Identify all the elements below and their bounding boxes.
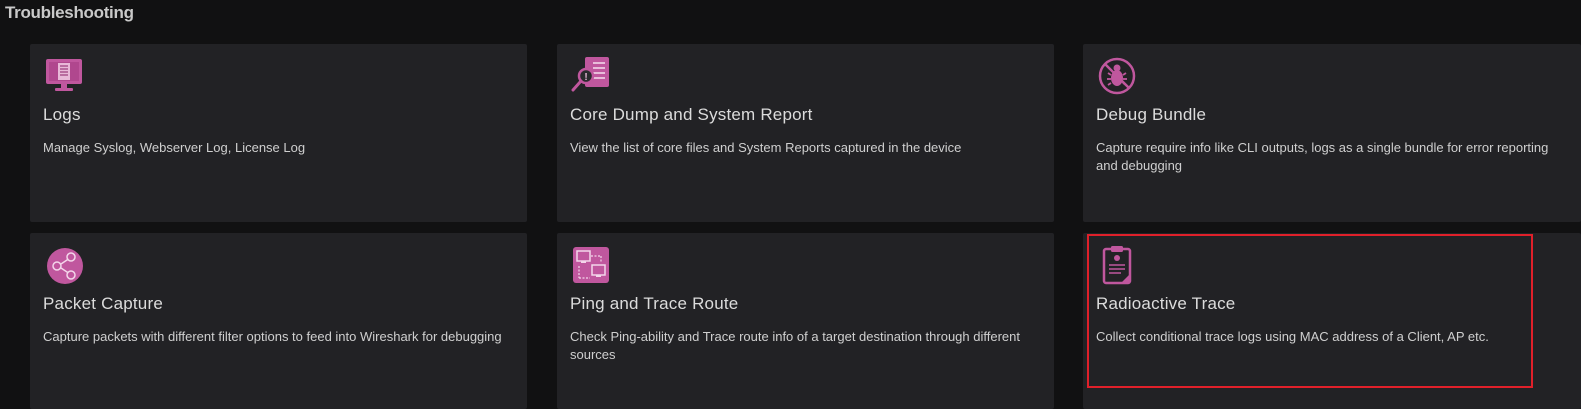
card-packet-capture[interactable]: Packet Capture Capture packets with diff…	[30, 233, 527, 409]
no-bug-icon	[1097, 56, 1137, 96]
card-logs[interactable]: Logs Manage Syslog, Webserver Log, Licen…	[30, 44, 527, 222]
card-description: Collect conditional trace logs using MAC…	[1096, 329, 1489, 344]
page-title: Troubleshooting	[5, 3, 134, 22]
monitor-log-icon	[44, 56, 84, 96]
card-title: Logs	[43, 105, 81, 124]
card-ping-trace[interactable]: Ping and Trace Route Check Ping-ability …	[557, 233, 1054, 409]
card-title: Debug Bundle	[1096, 105, 1207, 124]
card-description: Check Ping-ability and Trace route info …	[570, 329, 1020, 362]
svg-text:!: !	[584, 72, 587, 83]
share-nodes-icon	[44, 245, 84, 285]
card-description: Manage Syslog, Webserver Log, License Lo…	[43, 140, 306, 155]
card-core-dump[interactable]: ! Core Dump and System Report View the l…	[557, 44, 1054, 222]
card-radioactive-trace[interactable]: Radioactive Trace Collect conditional tr…	[1083, 233, 1581, 409]
card-title: Ping and Trace Route	[570, 294, 739, 313]
report-search-icon: !	[571, 56, 611, 96]
clipboard-radioactive-icon	[1097, 245, 1137, 285]
card-debug-bundle[interactable]: Debug Bundle Capture require info like C…	[1083, 44, 1581, 222]
network-trace-icon	[571, 245, 611, 285]
card-title: Packet Capture	[43, 294, 163, 313]
card-description: View the list of core files and System R…	[570, 140, 962, 155]
card-title: Radioactive Trace	[1096, 294, 1236, 313]
card-title: Core Dump and System Report	[570, 105, 813, 124]
card-description: Capture packets with different filter op…	[43, 329, 502, 344]
card-description: Capture require info like CLI outputs, l…	[1096, 140, 1549, 173]
